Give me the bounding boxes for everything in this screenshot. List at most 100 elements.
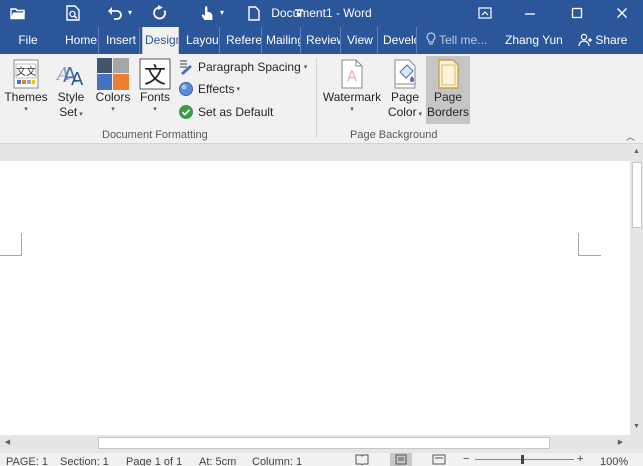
scroll-left-arrow-icon[interactable]: ◀ xyxy=(1,438,14,446)
watermark-button[interactable]: A Watermark ▾ xyxy=(320,56,384,114)
document-formatting-group-label: Document Formatting xyxy=(102,129,208,141)
colors-icon xyxy=(97,58,129,90)
watermark-dropdown-icon: ▾ xyxy=(350,106,354,113)
page-color-label-1: Page xyxy=(390,90,420,104)
tab-references[interactable]: References xyxy=(224,27,262,54)
tab-review[interactable]: Review xyxy=(305,27,341,54)
zoom-out-icon[interactable]: − xyxy=(463,453,469,465)
document-page[interactable] xyxy=(0,161,630,435)
style-set-label-2: Set ▾ xyxy=(52,105,90,122)
page-color-dropdown-icon: ▾ xyxy=(416,111,423,118)
set-as-default-label: Set as Default xyxy=(198,105,274,119)
collapse-ribbon-icon[interactable]: ︿ xyxy=(626,130,635,143)
page-borders-button[interactable]: Page Borders xyxy=(426,56,470,124)
effects-label: Effects xyxy=(198,82,235,96)
group-divider xyxy=(316,58,317,138)
style-set-button[interactable]: A A A Style Set ▾ xyxy=(52,56,90,122)
effects-icon xyxy=(179,82,193,96)
page-color-button[interactable]: Page Color ▾ xyxy=(386,56,424,122)
scroll-right-arrow-icon[interactable]: ▶ xyxy=(614,438,627,446)
themes-icon: 文文 xyxy=(10,58,42,90)
style-set-label-1: Style xyxy=(57,90,85,104)
lightbulb-icon xyxy=(426,32,436,45)
themes-label: Themes xyxy=(4,90,48,104)
read-mode-icon[interactable] xyxy=(355,454,369,466)
scroll-up-arrow-icon[interactable]: ▲ xyxy=(630,148,643,155)
share-person-icon xyxy=(578,33,592,47)
left-crop-mark xyxy=(0,233,22,256)
ribbon: 文文 Themes ▾ A A A Style Set ▾ Colors ▾ 文… xyxy=(0,54,643,144)
vertical-scroll-thumb[interactable] xyxy=(632,162,642,228)
tab-design[interactable]: Design xyxy=(142,27,179,55)
page-color-label-2-text: Color xyxy=(387,105,417,119)
checkmark-circle-icon xyxy=(179,105,193,119)
watermark-icon: A xyxy=(336,58,368,90)
page-background-group-label: Page Background xyxy=(350,129,438,141)
title-bar: ▾ ▾ Document1 - Word xyxy=(0,0,643,27)
status-column: Column: 1 xyxy=(252,456,303,466)
page-borders-label-1: Page xyxy=(433,90,463,104)
themes-button[interactable]: 文文 Themes ▾ xyxy=(4,56,48,114)
ribbon-tabs: File Home Insert Design Layout Reference… xyxy=(0,27,643,55)
effects-dropdown-icon: ▾ xyxy=(236,86,240,93)
paragraph-spacing-icon xyxy=(180,60,192,75)
effects-button[interactable]: Effects ▾ xyxy=(178,79,240,99)
tab-mailings[interactable]: Mailings xyxy=(265,27,301,54)
fonts-icon: 文 xyxy=(139,58,171,90)
status-section: Section: 1 xyxy=(60,456,109,466)
zoom-in-icon[interactable]: + xyxy=(577,453,583,465)
tell-me-search[interactable]: Tell me... xyxy=(426,27,487,54)
fonts-button[interactable]: 文 Fonts ▾ xyxy=(136,56,174,114)
svg-text:文: 文 xyxy=(144,64,166,89)
svg-text:A: A xyxy=(71,69,84,90)
ruler-area xyxy=(0,145,643,160)
status-position: At: 5cm xyxy=(199,456,237,466)
svg-text:文文: 文文 xyxy=(16,65,36,78)
fonts-dropdown-icon: ▾ xyxy=(153,106,157,113)
user-account[interactable]: Zhang Yun xyxy=(505,27,563,54)
style-set-icon: A A A xyxy=(55,58,87,90)
tab-file[interactable]: File xyxy=(0,27,56,54)
close-icon[interactable] xyxy=(609,2,635,24)
zoom-slider-track[interactable] xyxy=(475,459,574,460)
fonts-label: Fonts xyxy=(139,90,170,104)
scroll-down-arrow-icon[interactable]: ▼ xyxy=(630,423,643,430)
minimize-icon[interactable] xyxy=(517,2,543,24)
document-title: Document1 - Word xyxy=(271,6,372,20)
tab-layout[interactable]: Layout xyxy=(184,27,220,54)
style-set-dropdown-icon: ▾ xyxy=(77,111,83,118)
tab-insert[interactable]: Insert xyxy=(104,27,140,54)
colors-label: Colors xyxy=(95,90,131,104)
svg-text:A: A xyxy=(347,69,357,85)
status-bar: PAGE: 1 Section: 1 Page 1 of 1 At: 5cm C… xyxy=(0,453,643,466)
colors-dropdown-icon: ▾ xyxy=(111,106,115,113)
set-as-default-button[interactable]: Set as Default xyxy=(178,102,273,122)
tab-developer[interactable]: Developer xyxy=(381,27,417,54)
colors-button[interactable]: Colors ▾ xyxy=(92,56,134,114)
page-color-label-2: Color ▾ xyxy=(386,105,424,122)
watermark-label: Watermark xyxy=(322,90,382,104)
paragraph-spacing-label: Paragraph Spacing xyxy=(198,60,301,74)
restore-icon[interactable] xyxy=(564,2,590,24)
page-borders-label-2: Borders xyxy=(426,105,470,119)
themes-dropdown-icon: ▾ xyxy=(24,106,28,113)
status-page-count[interactable]: Page 1 of 1 xyxy=(126,456,182,466)
style-set-label-2-text: Set xyxy=(59,105,78,119)
share-button[interactable]: Share xyxy=(578,27,627,54)
web-layout-icon[interactable] xyxy=(432,454,446,466)
paragraph-spacing-button[interactable]: Paragraph Spacing ▾ xyxy=(178,57,307,77)
tell-me-text: Tell me... xyxy=(439,33,488,47)
right-crop-mark xyxy=(578,233,601,256)
paragraph-spacing-dropdown-icon: ▾ xyxy=(303,64,308,71)
zoom-level[interactable]: 100% xyxy=(600,456,628,466)
tab-home[interactable]: Home xyxy=(62,27,99,54)
status-page[interactable]: PAGE: 1 xyxy=(6,456,48,466)
page-color-icon xyxy=(389,58,421,90)
zoom-slider-thumb[interactable] xyxy=(521,455,524,464)
share-label: Share xyxy=(595,33,628,47)
horizontal-scroll-thumb[interactable] xyxy=(98,437,550,449)
tab-view[interactable]: View xyxy=(345,27,378,54)
print-layout-icon[interactable] xyxy=(390,453,412,466)
page-borders-icon xyxy=(432,58,464,90)
ribbon-display-options-icon[interactable] xyxy=(472,2,498,24)
